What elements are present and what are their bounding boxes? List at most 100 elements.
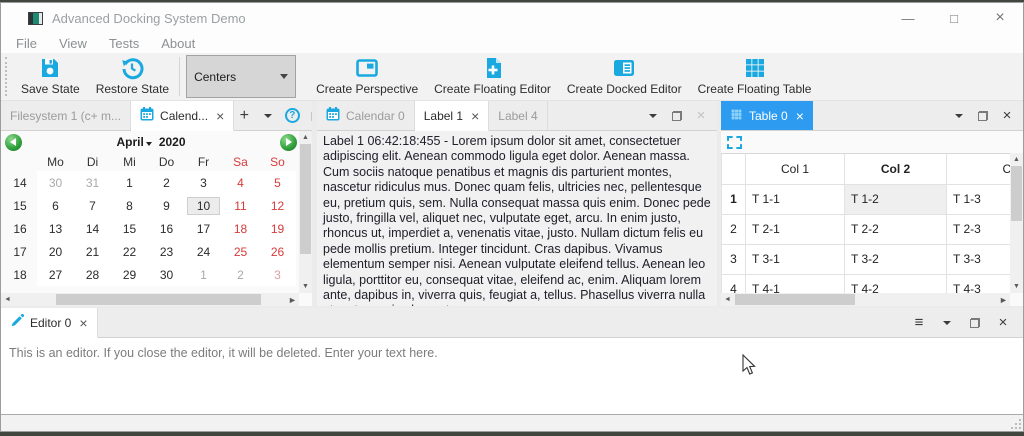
calendar-day[interactable]: 5	[259, 171, 296, 194]
table-cell[interactable]: T 4-2	[845, 274, 947, 293]
scroll-left-icon[interactable]: ◄	[721, 293, 734, 306]
calendar-day[interactable]: 22	[111, 240, 148, 263]
calendar-day[interactable]: 28	[74, 263, 111, 286]
calendar-day[interactable]: 30	[37, 171, 74, 194]
perspective-combobox[interactable]: Centers	[186, 55, 296, 98]
create-docked-editor-button[interactable]: Create Docked Editor	[559, 53, 690, 100]
calendar-day[interactable]: 23	[148, 240, 185, 263]
table-body[interactable]: 1T 1-1T 1-2T 1-32T 2-1T 2-2T 2-33T 3-1T …	[722, 184, 1011, 293]
table-header[interactable]: Col 1Col 2Col 3	[722, 154, 1011, 184]
calendar-day[interactable]: 12	[259, 194, 296, 217]
calendar-day[interactable]: 2	[148, 171, 185, 194]
calendar-day[interactable]: 18	[222, 217, 259, 240]
table-row[interactable]: 1T 1-1T 1-2T 1-3	[722, 184, 1011, 214]
create-perspective-button[interactable]: Create Perspective	[308, 53, 426, 100]
create-floating-editor-button[interactable]: Create Floating Editor	[426, 53, 559, 100]
table-cell[interactable]: T 2-2	[845, 214, 947, 244]
tab-editor-0[interactable]: Editor 0 ×	[1, 308, 98, 338]
scroll-thumb[interactable]	[300, 144, 311, 254]
calendar-day[interactable]: 6	[37, 194, 74, 217]
tab-close-icon[interactable]: ×	[471, 108, 479, 124]
resize-grip[interactable]	[1011, 419, 1021, 429]
close-dock-button[interactable]: ×	[691, 106, 711, 126]
table-corner[interactable]	[722, 154, 746, 184]
undock-button[interactable]	[973, 106, 993, 126]
row-header[interactable]: 3	[722, 244, 746, 274]
create-floating-table-button[interactable]: Create Floating Table	[690, 53, 820, 100]
table-cell[interactable]: T 4-3	[947, 274, 1011, 293]
table-cell[interactable]: T 3-1	[746, 244, 845, 274]
table-cell[interactable]: T 2-1	[746, 214, 845, 244]
calendar-day[interactable]: 3	[185, 171, 222, 194]
scroll-right-icon[interactable]: ►	[997, 293, 1010, 306]
calendar-day[interactable]: 10	[185, 194, 222, 217]
table-hscrollbar[interactable]: ◄ ►	[721, 293, 1010, 306]
tab-menu-button[interactable]	[643, 106, 663, 126]
selection-icon[interactable]	[727, 136, 742, 149]
calendar-day[interactable]: 26	[259, 240, 296, 263]
table-cell[interactable]: T 2-3	[947, 214, 1011, 244]
table-cell[interactable]: T 4-1	[746, 274, 845, 293]
tab-table-0[interactable]: Table 0 ×	[721, 101, 813, 130]
tab-calendar-0[interactable]: Calendar 0	[317, 101, 415, 130]
row-header[interactable]: 4	[722, 274, 746, 293]
table-row[interactable]: 2T 2-1T 2-2T 2-3	[722, 214, 1011, 244]
tab-filesystem-1[interactable]: Filesystem 1 (c+ m...	[1, 101, 131, 130]
calendar-day[interactable]: 9	[148, 194, 185, 217]
row-header[interactable]: 2	[722, 214, 746, 244]
table-row[interactable]: 4T 4-1T 4-2T 4-3	[722, 274, 1011, 293]
scroll-up-icon[interactable]: ▲	[1010, 153, 1023, 166]
scroll-thumb[interactable]	[1011, 166, 1022, 221]
toolbar-drag-handle[interactable]	[5, 57, 10, 96]
tab-close-icon[interactable]: ×	[216, 108, 224, 124]
calendar-day[interactable]: 30	[148, 263, 185, 286]
row-header[interactable]: 1	[722, 184, 746, 214]
calendar-day[interactable]: 1	[185, 263, 222, 286]
calendar-day[interactable]: 2	[222, 263, 259, 286]
calendar-month[interactable]: April	[116, 135, 143, 149]
add-tab-button[interactable]: +	[234, 106, 254, 126]
maximize-button[interactable]: □	[931, 3, 977, 33]
scroll-left-icon[interactable]: ◄	[1, 293, 14, 306]
column-header[interactable]: Col 2	[845, 154, 947, 184]
save-state-button[interactable]: Save State	[13, 53, 88, 100]
calendar-day[interactable]: 19	[259, 217, 296, 240]
minimize-button[interactable]: —	[885, 3, 931, 33]
calendar-day[interactable]: 1	[111, 171, 148, 194]
calendar-grid[interactable]: MoDiMiDoFrSaSo14303112345156789101112161…	[3, 153, 312, 286]
column-header[interactable]: Col 1	[746, 154, 845, 184]
close-button[interactable]: ×	[977, 3, 1023, 33]
calendar-day[interactable]: 24	[185, 240, 222, 263]
table[interactable]: Col 1Col 2Col 3 1T 1-1T 1-2T 1-32T 2-1T …	[721, 154, 1010, 293]
scroll-right-icon[interactable]: ►	[286, 293, 299, 306]
menu-about[interactable]: About	[150, 36, 206, 51]
scroll-thumb[interactable]	[735, 294, 855, 305]
undock-button[interactable]	[306, 106, 312, 126]
next-month-button[interactable]	[280, 134, 297, 151]
calendar-day[interactable]: 14	[74, 217, 111, 240]
table-cell[interactable]: T 1-3	[947, 184, 1011, 214]
undock-button[interactable]	[965, 313, 985, 333]
table-cell[interactable]: T 1-1	[746, 184, 845, 214]
table-cell[interactable]: T 1-2	[845, 184, 947, 214]
tab-calendar-1[interactable]: Calend... ×	[131, 101, 234, 131]
scroll-down-icon[interactable]: ▼	[299, 280, 312, 293]
calendar-day[interactable]: 8	[111, 194, 148, 217]
scroll-down-icon[interactable]: ▼	[1010, 280, 1023, 293]
prev-month-button[interactable]	[5, 134, 22, 151]
tab-close-icon[interactable]: ×	[796, 108, 804, 124]
tab-label-4[interactable]: Label 4	[489, 101, 547, 130]
calendar-day[interactable]: 4	[222, 171, 259, 194]
scroll-thumb[interactable]	[56, 294, 261, 305]
table-row[interactable]: 3T 3-1T 3-2T 3-3	[722, 244, 1011, 274]
scroll-up-icon[interactable]: ▲	[299, 131, 312, 144]
table-cell[interactable]: T 3-3	[947, 244, 1011, 274]
close-dock-button[interactable]: ×	[997, 106, 1017, 126]
table-vscrollbar[interactable]: ▲ ▼	[1010, 153, 1023, 293]
column-header[interactable]: Col 3	[947, 154, 1011, 184]
tab-menu-button[interactable]	[937, 313, 957, 333]
undock-button[interactable]	[667, 106, 687, 126]
close-dock-button[interactable]: ×	[993, 313, 1013, 333]
calendar-day[interactable]: 16	[148, 217, 185, 240]
calendar-day[interactable]: 27	[37, 263, 74, 286]
